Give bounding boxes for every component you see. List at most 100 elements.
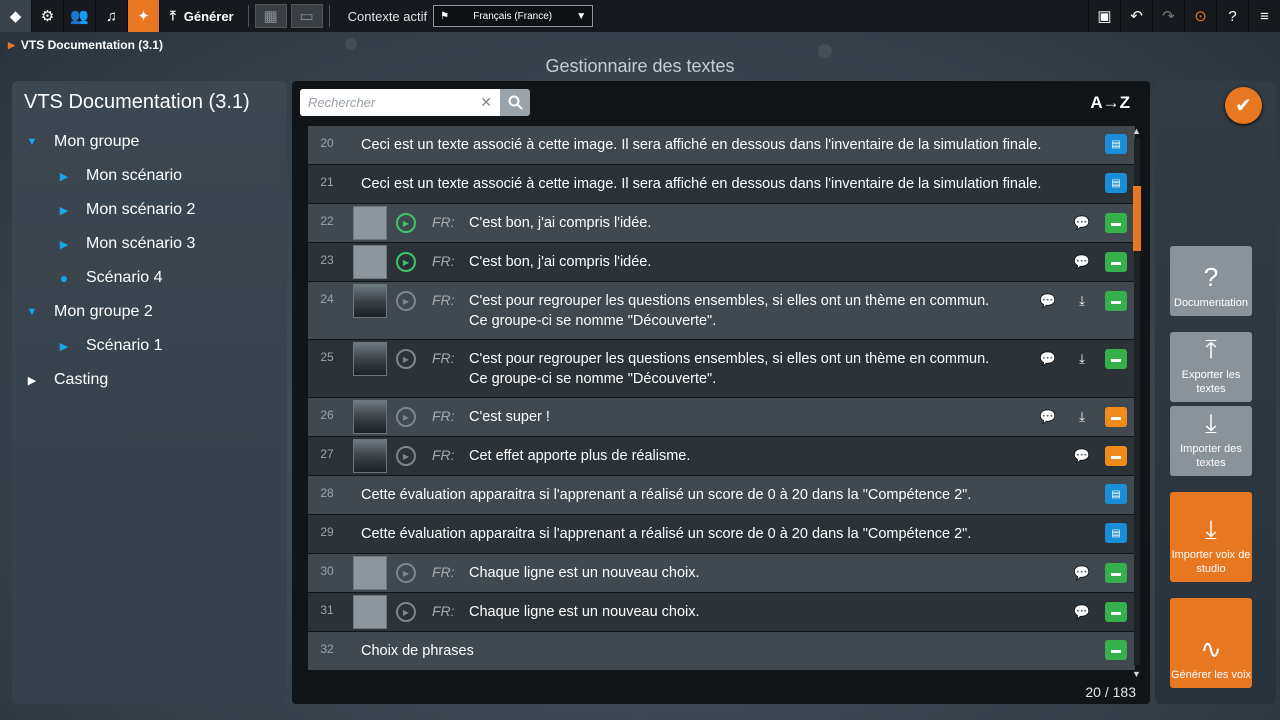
blue-type-tag-icon[interactable]: ▤ <box>1105 134 1127 154</box>
search-input[interactable]: Rechercher ✕ <box>300 89 500 116</box>
menu-icon[interactable]: ≡ <box>1248 0 1280 32</box>
speech-bubble-icon[interactable]: 💬 <box>1037 348 1059 370</box>
speech-bubble-icon[interactable]: 💬 <box>1071 445 1093 467</box>
dot-icon[interactable]: ● <box>54 270 74 286</box>
text-row[interactable]: 28 Cette évaluation apparaitra si l'appre… <box>308 476 1135 514</box>
side-action-button[interactable]: ? Documentation <box>1170 246 1252 316</box>
text-row[interactable]: 22 ▶ FR: C'est bon, j'ai compris l'idée. 💬 ▬ <box>308 204 1135 242</box>
side-action-button[interactable]: ∿ Générer les voix <box>1170 598 1252 688</box>
text-row[interactable]: 20 Ceci est un texte associé à cette imag… <box>308 126 1135 164</box>
speech-bubble-icon[interactable]: 💬 <box>1037 290 1059 312</box>
text-row[interactable]: 27 ▶ FR: Cet effet apporte plus de réalisme… <box>308 437 1135 475</box>
green-type-tag-icon[interactable]: ▬ <box>1105 349 1127 369</box>
blue-type-tag-icon[interactable]: ▤ <box>1105 523 1127 543</box>
play-audio-icon[interactable]: ▶ <box>396 291 416 311</box>
triangle-down-icon[interactable]: ▼ <box>22 306 42 318</box>
search-button[interactable] <box>500 89 530 116</box>
tree-item[interactable]: ▼ Mon groupe 2 <box>12 295 287 329</box>
text-row[interactable]: 21 Ceci est un texte associé à cette imag… <box>308 165 1135 203</box>
orange-type-tag-icon[interactable]: ▬ <box>1105 446 1127 466</box>
row-text[interactable]: Cette évaluation apparaitra si l'apprena… <box>361 524 1105 544</box>
validate-button[interactable]: ✔ <box>1225 87 1262 124</box>
text-row[interactable]: 25 ▶ FR: C'est pour regrouper les questions… <box>308 340 1135 397</box>
text-row[interactable]: 31 ▶ FR: Chaque ligne est un nouveau choix.… <box>308 593 1135 631</box>
row-text[interactable]: Chaque ligne est un nouveau choix. <box>469 563 1071 583</box>
tree-item[interactable]: ▶ Mon scénario 2 <box>12 193 287 227</box>
play-audio-icon[interactable]: ▶ <box>396 252 416 272</box>
scrollbar[interactable]: ▲ ▼ <box>1131 126 1143 679</box>
row-text[interactable]: Cette évaluation apparaitra si l'apprena… <box>361 485 1105 505</box>
text-row[interactable]: 24 ▶ FR: C'est pour regrouper les questions… <box>308 282 1135 339</box>
text-row[interactable]: 30 ▶ FR: Chaque ligne est un nouveau choix.… <box>308 554 1135 592</box>
media-icon[interactable]: ♫ <box>96 0 128 32</box>
blue-type-tag-icon[interactable]: ▤ <box>1105 173 1127 193</box>
download-icon[interactable]: ⤓ <box>1071 290 1093 312</box>
row-text[interactable]: C'est bon, j'ai compris l'idée. <box>469 213 1071 233</box>
help-icon[interactable]: ? <box>1216 0 1248 32</box>
side-action-button[interactable]: ⤓ Importer des textes <box>1170 406 1252 476</box>
row-text[interactable]: Choix de phrases <box>361 641 1105 661</box>
play-audio-icon[interactable]: ▶ <box>396 349 416 369</box>
triangle-down-icon[interactable]: ▼ <box>22 136 42 148</box>
play-audio-icon[interactable]: ▶ <box>396 407 416 427</box>
voice-tool-icon[interactable]: ✦ <box>128 0 160 32</box>
play-simulation-icon[interactable]: ⊙ <box>1184 0 1216 32</box>
tree-item[interactable]: ● Scénario 4 <box>12 261 287 295</box>
row-text[interactable]: Chaque ligne est un nouveau choix. <box>469 602 1071 622</box>
text-row[interactable]: 26 ▶ FR: C'est super ! 💬 ⤓ ▬ <box>308 398 1135 436</box>
download-icon[interactable]: ⤓ <box>1071 406 1093 428</box>
green-type-tag-icon[interactable]: ▬ <box>1105 252 1127 272</box>
scroll-thumb[interactable] <box>1133 186 1141 251</box>
scroll-up-icon[interactable]: ▲ <box>1132 126 1141 136</box>
side-action-button[interactable]: ⤓ Importer voix de studio <box>1170 492 1252 582</box>
tree-item[interactable]: ▶ Mon scénario <box>12 159 287 193</box>
play-audio-icon[interactable]: ▶ <box>396 446 416 466</box>
app-logo-icon[interactable]: ◆ <box>0 0 32 32</box>
play-audio-icon[interactable]: ▶ <box>396 563 416 583</box>
text-row[interactable]: 23 ▶ FR: C'est bon, j'ai compris l'idée. 💬 ▬ <box>308 243 1135 281</box>
row-text[interactable]: C'est pour regrouper les questions ensem… <box>469 349 1037 389</box>
speech-bubble-icon[interactable]: 💬 <box>1037 406 1059 428</box>
green-type-tag-icon[interactable]: ▬ <box>1105 563 1127 583</box>
redo-icon[interactable]: ↷ <box>1152 0 1184 32</box>
row-text[interactable]: C'est bon, j'ai compris l'idée. <box>469 252 1071 272</box>
play-audio-icon[interactable]: ▶ <box>396 602 416 622</box>
tree-item[interactable]: ▼ Mon groupe <box>12 125 287 159</box>
row-text[interactable]: Ceci est un texte associé à cette image.… <box>361 135 1105 155</box>
orange-type-tag-icon[interactable]: ▬ <box>1105 407 1127 427</box>
triangle-right-icon[interactable]: ▶ <box>22 374 42 387</box>
save-icon[interactable]: ▣ <box>1088 0 1120 32</box>
download-icon[interactable]: ⤓ <box>1071 348 1093 370</box>
speech-bubble-icon[interactable]: 💬 <box>1071 601 1093 623</box>
generate-button[interactable]: ⤒ Générer <box>160 0 244 32</box>
side-action-button[interactable]: ⤒ Exporter les textes <box>1170 332 1252 402</box>
green-type-tag-icon[interactable]: ▬ <box>1105 213 1127 233</box>
scroll-down-icon[interactable]: ▼ <box>1132 669 1141 679</box>
speech-bubble-icon[interactable]: 💬 <box>1071 251 1093 273</box>
text-row[interactable]: 32 Choix de phrases ▬ <box>308 632 1135 670</box>
undo-icon[interactable]: ↶ <box>1120 0 1152 32</box>
tree-item[interactable]: ▶ Scénario 1 <box>12 329 287 363</box>
play-audio-icon[interactable]: ▶ <box>396 213 416 233</box>
triangle-right-icon[interactable]: ▶ <box>54 170 74 183</box>
breadcrumb-label[interactable]: VTS Documentation (3.1) <box>21 38 163 52</box>
row-text[interactable]: C'est super ! <box>469 407 1037 427</box>
triangle-right-icon[interactable]: ▶ <box>54 204 74 217</box>
tree-item[interactable]: ▶ Mon scénario 3 <box>12 227 287 261</box>
row-text[interactable]: Cet effet apporte plus de réalisme. <box>469 446 1071 466</box>
tree-item[interactable]: ▶ Casting <box>12 363 287 397</box>
row-text[interactable]: Ceci est un texte associé à cette image.… <box>361 174 1105 194</box>
speech-bubble-icon[interactable]: 💬 <box>1071 212 1093 234</box>
speech-bubble-icon[interactable]: 💬 <box>1071 562 1093 584</box>
blue-type-tag-icon[interactable]: ▤ <box>1105 484 1127 504</box>
settings-icon[interactable]: ⚙ <box>32 0 64 32</box>
green-type-tag-icon[interactable]: ▬ <box>1105 640 1127 660</box>
triangle-right-icon[interactable]: ▶ <box>54 238 74 251</box>
green-type-tag-icon[interactable]: ▬ <box>1105 291 1127 311</box>
triangle-right-icon[interactable]: ▶ <box>54 340 74 353</box>
clear-icon[interactable]: ✕ <box>480 94 492 111</box>
green-type-tag-icon[interactable]: ▬ <box>1105 602 1127 622</box>
sort-button[interactable]: A→Z <box>1090 93 1130 113</box>
context-select[interactable]: ⚑ Français (France) ▼ <box>433 5 594 27</box>
text-row[interactable]: 29 Cette évaluation apparaitra si l'appre… <box>308 515 1135 553</box>
